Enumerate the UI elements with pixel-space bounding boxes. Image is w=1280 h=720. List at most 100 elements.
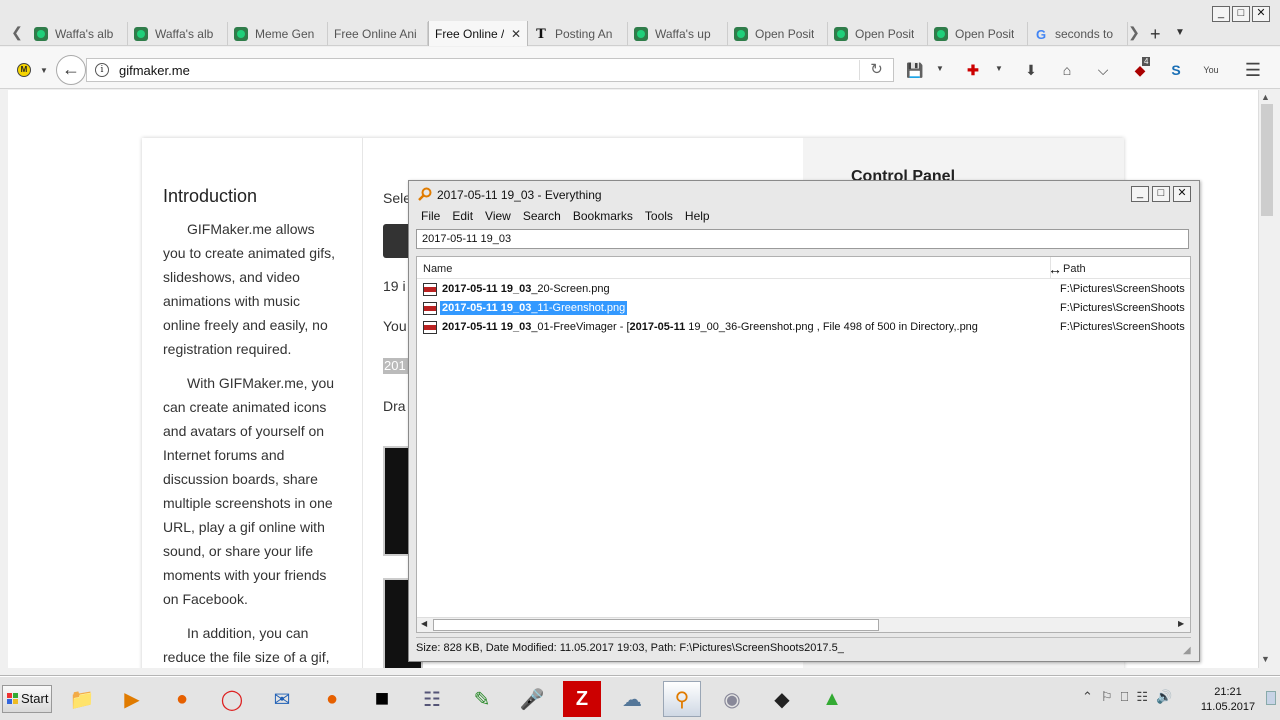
windows-logo-icon xyxy=(7,693,19,705)
introduction-column: Introduction GIFMaker.me allows you to c… xyxy=(142,138,363,668)
maximize-icon[interactable]: □ xyxy=(1232,6,1250,22)
chevron-down-icon[interactable]: ▼ xyxy=(995,64,1003,73)
filename-match: 2017-05-11 19_03 xyxy=(442,302,532,314)
resize-grip-icon[interactable]: ◢ xyxy=(1183,645,1191,656)
tab-label: seconds to xyxy=(1055,27,1114,41)
tab[interactable]: Waffa's alb xyxy=(128,22,228,46)
result-row[interactable]: 2017-05-11 19_03_01-FreeVimager - [2017-… xyxy=(417,318,1190,337)
calculator-icon[interactable]: ☷ xyxy=(413,681,451,717)
column-name[interactable]: Name xyxy=(423,263,452,275)
network-icon[interactable]: ☷ xyxy=(1136,689,1148,705)
result-path: F:\Pictures\ScreenShoots xyxy=(1060,321,1185,333)
horizontal-scrollbar[interactable]: ◀ ▶ xyxy=(417,617,1190,632)
youtube-icon[interactable]: You xyxy=(1201,61,1221,79)
tab[interactable]: Open Posit xyxy=(928,22,1028,46)
firefox-icon[interactable]: ● xyxy=(313,681,351,717)
reload-icon[interactable]: ↻ xyxy=(859,60,893,80)
everything-search-icon[interactable]: ⚲ xyxy=(663,681,701,717)
home-icon[interactable]: ⌂ xyxy=(1057,61,1077,79)
tab-list-dropdown-icon[interactable]: ▼ xyxy=(1175,27,1185,38)
volume-icon[interactable]: 🔊 xyxy=(1156,689,1172,705)
extension-m-icon[interactable]: M xyxy=(17,63,31,77)
tab[interactable]: Waffa's alb xyxy=(28,22,128,46)
url-bar[interactable]: i gifmaker.me ↻ xyxy=(86,58,894,82)
result-filename[interactable]: 2017-05-11 19_03_01-FreeVimager - [2017-… xyxy=(440,320,980,334)
menu-item-view[interactable]: View xyxy=(479,207,517,227)
menu-item-edit[interactable]: Edit xyxy=(446,207,479,227)
tray-expand-icon[interactable]: ⌃ xyxy=(1082,689,1093,705)
close-icon[interactable]: ✕ xyxy=(1252,6,1270,22)
menu-item-search[interactable]: Search xyxy=(517,207,567,227)
show-desktop-button[interactable] xyxy=(1266,691,1276,705)
tab[interactable]: Open Posit xyxy=(828,22,928,46)
url-text[interactable]: gifmaker.me xyxy=(119,63,190,78)
menu-item-help[interactable]: Help xyxy=(679,207,716,227)
tab[interactable]: T Posting An xyxy=(528,22,628,46)
first-aid-icon[interactable]: ✚ xyxy=(963,61,983,79)
scroll-down-icon[interactable]: ▼ xyxy=(1261,654,1270,664)
microphone-icon[interactable]: 🎤 xyxy=(513,681,551,717)
tab[interactable]: Meme Gen xyxy=(228,22,328,46)
minimize-icon[interactable]: _ xyxy=(1212,6,1230,22)
tab[interactable]: Free Online / ✕ xyxy=(428,21,528,46)
skype-icon[interactable]: S xyxy=(1166,61,1186,79)
clock[interactable]: 21:21 11.05.2017 xyxy=(1196,685,1260,715)
menu-item-tools[interactable]: Tools xyxy=(639,207,679,227)
column-path[interactable]: Path xyxy=(1063,263,1086,275)
menu-icon[interactable]: ☰ xyxy=(1243,61,1263,79)
new-tab-icon[interactable]: + xyxy=(1150,24,1161,45)
file-manager-icon[interactable]: 📁 xyxy=(63,681,101,717)
tab-scroll-left-icon[interactable]: ❮ xyxy=(10,22,24,42)
start-button[interactable]: Start xyxy=(2,685,52,713)
scrollbar-thumb[interactable] xyxy=(1261,104,1273,216)
tab[interactable]: Free Online Ani xyxy=(328,22,428,46)
info-text: You xyxy=(383,318,407,334)
scroll-up-icon[interactable]: ▲ xyxy=(1261,92,1270,102)
download-icon[interactable]: ⬇ xyxy=(1021,61,1041,79)
everything-title-bar[interactable]: 2017-05-11 19_03 - Everything _ □ ✕ xyxy=(409,181,1199,207)
firefox-icon[interactable]: ● xyxy=(163,681,201,717)
chevron-down-icon[interactable]: ▼ xyxy=(40,66,48,75)
result-filename[interactable]: 2017-05-11 19_03_20-Screen.png xyxy=(440,282,612,296)
resize-cursor-icon: ↔ xyxy=(1048,261,1062,277)
notepad-icon[interactable]: ✎ xyxy=(463,681,501,717)
menu-item-bookmarks[interactable]: Bookmarks xyxy=(567,207,639,227)
close-icon[interactable]: ✕ xyxy=(1173,186,1191,202)
scrollbar-thumb[interactable] xyxy=(433,619,879,631)
menu-item-file[interactable]: File xyxy=(415,207,446,227)
disc-icon[interactable]: ◉ xyxy=(713,681,751,717)
paint-icon[interactable]: ▲ xyxy=(813,681,851,717)
close-tab-icon[interactable]: ✕ xyxy=(511,27,521,41)
network-icon[interactable]: ☁ xyxy=(613,681,651,717)
filezilla-icon[interactable]: Z xyxy=(563,681,601,717)
recorder-icon[interactable]: ◆ xyxy=(763,681,801,717)
scroll-right-icon[interactable]: ▶ xyxy=(1178,619,1184,628)
search-input[interactable]: 2017-05-11 19_03 xyxy=(416,229,1189,249)
tab-label: Free Online Ani xyxy=(334,27,417,41)
scroll-left-icon[interactable]: ◀ xyxy=(421,619,427,628)
minimize-icon[interactable]: _ xyxy=(1131,186,1149,202)
media-player-icon[interactable]: ▶ xyxy=(113,681,151,717)
result-row[interactable]: 2017-05-11 19_03_20-Screen.png F:\Picture… xyxy=(417,280,1190,299)
info-icon[interactable]: i xyxy=(95,63,109,77)
tab[interactable]: Open Posit xyxy=(728,22,828,46)
device-icon[interactable]: ⎕ xyxy=(1121,689,1129,705)
cmd-icon[interactable]: ■ xyxy=(363,681,401,717)
results-list: Name ↔ Path 2017-05-11 19_03_20-Screen.p… xyxy=(416,256,1191,633)
page-scrollbar[interactable]: ▲ ▼ xyxy=(1258,90,1274,668)
intro-paragraph: GIFMaker.me allows you to create animate… xyxy=(163,221,335,357)
opera-icon[interactable]: ◯ xyxy=(213,681,251,717)
chevron-down-icon[interactable]: ▼ xyxy=(936,64,944,73)
filename-rest: _01-FreeVimager - [ xyxy=(531,321,630,333)
tab[interactable]: Waffa's up xyxy=(628,22,728,46)
flag-icon[interactable]: ⚐ xyxy=(1101,689,1113,705)
save-icon[interactable]: 💾 xyxy=(905,61,925,79)
maximize-icon[interactable]: □ xyxy=(1152,186,1170,202)
tab[interactable]: Gseconds to xyxy=(1028,22,1128,46)
pocket-icon[interactable]: ⌵ xyxy=(1093,61,1113,79)
tab-scroll-right-icon[interactable]: ❯ xyxy=(1127,22,1141,42)
thunderbird-icon[interactable]: ✉ xyxy=(263,681,301,717)
back-button[interactable]: ← xyxy=(56,55,86,85)
result-filename[interactable]: 2017-05-11 19_03_11-Greenshot.png xyxy=(438,300,629,316)
result-row[interactable]: 2017-05-11 19_03_11-Greenshot.png F:\Pict… xyxy=(417,299,1190,318)
